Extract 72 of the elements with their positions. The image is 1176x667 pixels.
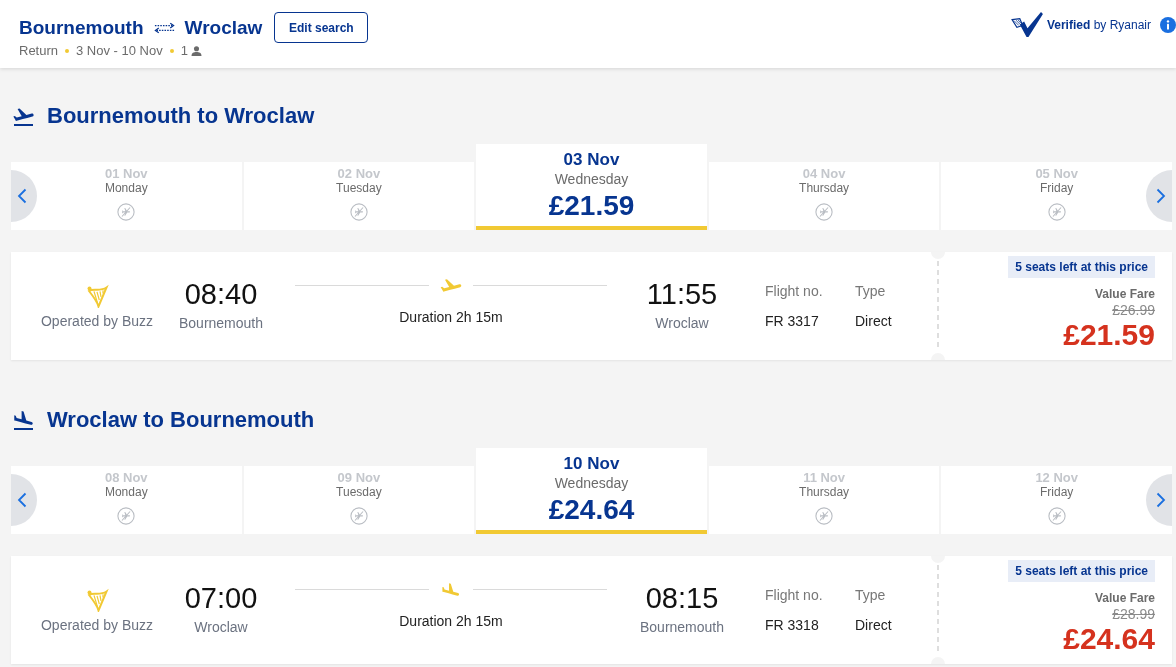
no-flights-icon [1047, 507, 1066, 525]
harp-logo-icon [85, 587, 109, 612]
edit-search-button[interactable]: Edit search [274, 12, 369, 43]
verified-label: Verified by Ryanair [1046, 17, 1151, 32]
chevron-left-icon [17, 492, 27, 508]
date-tab[interactable]: 11 Nov Thursday [708, 466, 940, 534]
old-price: £26.99 [1112, 302, 1155, 319]
no-flights-icon [1047, 203, 1066, 221]
no-flights-icon [117, 203, 136, 221]
flight-card[interactable]: Operated by Buzz 07:00 Wroclaw Duration 2h 15m 08:15 Bournemouth Flight no. FR 3318 Type Direct 5 seats left at this price Value Fare £28.99 £24.64 [11, 556, 1172, 664]
flight-number: FR 3317 [765, 312, 820, 330]
departure-airport: Bournemouth [178, 314, 264, 331]
old-price: £28.99 [1112, 606, 1155, 623]
dot-icon [65, 48, 70, 53]
seats-left-badge: 5 seats left at this price [1008, 560, 1155, 582]
type-label: Type [855, 282, 887, 300]
no-flights-icon [349, 507, 368, 525]
arrival-time: 11:55 [646, 277, 718, 310]
chevron-right-icon [1156, 492, 1166, 508]
flight-type: Direct [855, 616, 893, 634]
operator-label: Operated by Buzz [40, 312, 154, 329]
flight-duration: Duration 2h 15m [399, 613, 503, 629]
date-tab[interactable]: 12 Nov Friday [941, 466, 1172, 534]
date-tab[interactable]: 08 Nov Monday [11, 466, 242, 534]
takeoff-plane-icon [439, 279, 463, 292]
date-tab[interactable]: 03 Nov Wednesday £21.59 [476, 144, 707, 230]
departure-time: 07:00 [184, 581, 258, 614]
trip-dates: 3 Nov - 10 Nov [76, 43, 163, 58]
arrival-time: 08:15 [645, 581, 719, 614]
fare-price: £24.64 [1063, 623, 1155, 655]
info-icon[interactable] [1160, 16, 1176, 33]
arrival-airport: Wroclaw [655, 314, 709, 331]
date-tab[interactable]: 01 Nov Monday [11, 162, 242, 230]
destination-city: Wroclaw [184, 15, 263, 40]
origin-city: Bournemouth [19, 15, 144, 40]
date-tab[interactable]: 04 Nov Thursday [708, 162, 940, 230]
trip-type: Return [19, 43, 59, 58]
passenger-count: 1 [180, 43, 188, 58]
no-flights-icon [815, 203, 834, 221]
departure-airport: Wroclaw [194, 618, 248, 635]
date-tab[interactable]: 09 Nov Tuesday [243, 466, 475, 534]
flight-type: Direct [855, 312, 893, 330]
no-flights-icon [815, 507, 834, 525]
date-tab[interactable]: 05 Nov Friday [941, 162, 1172, 230]
route-heading: Wroclaw to Bournemouth [47, 408, 315, 432]
swap-arrows-icon [152, 21, 176, 34]
takeoff-plane-icon [12, 106, 35, 126]
landing-plane-icon [12, 410, 35, 430]
harp-logo-icon [85, 283, 109, 308]
no-flights-icon [117, 507, 136, 525]
seats-left-badge: 5 seats left at this price [1008, 256, 1155, 278]
flight-card[interactable]: Operated by Buzz 08:40 Bournemouth Duration 2h 15m 11:55 Wroclaw Flight no. FR 3317 Type Direct 5 seats left at this price Value Fare £26.99 £21.59 [11, 252, 1172, 360]
chevron-right-icon [1156, 188, 1166, 204]
route-heading: Bournemouth to Wroclaw [47, 104, 315, 128]
flight-duration: Duration 2h 15m [399, 309, 503, 325]
fare-price: £21.59 [1063, 319, 1155, 351]
flight-number-label: Flight no. [765, 586, 824, 604]
operator-label: Operated by Buzz [40, 616, 154, 633]
departure-time: 08:40 [184, 277, 258, 310]
flight-number: FR 3318 [765, 616, 820, 634]
person-icon [190, 45, 202, 56]
flight-number-label: Flight no. [765, 282, 824, 300]
no-flights-icon [349, 203, 368, 221]
arrival-airport: Bournemouth [639, 618, 725, 635]
chevron-left-icon [17, 188, 27, 204]
date-tab[interactable]: 10 Nov Wednesday £24.64 [476, 448, 707, 534]
fare-name: Value Fare [1094, 287, 1155, 301]
dot-icon [169, 48, 174, 53]
type-label: Type [855, 586, 887, 604]
fare-name: Value Fare [1094, 591, 1155, 605]
check-logo-icon [1010, 11, 1044, 38]
date-tab[interactable]: 02 Nov Tuesday [243, 162, 475, 230]
